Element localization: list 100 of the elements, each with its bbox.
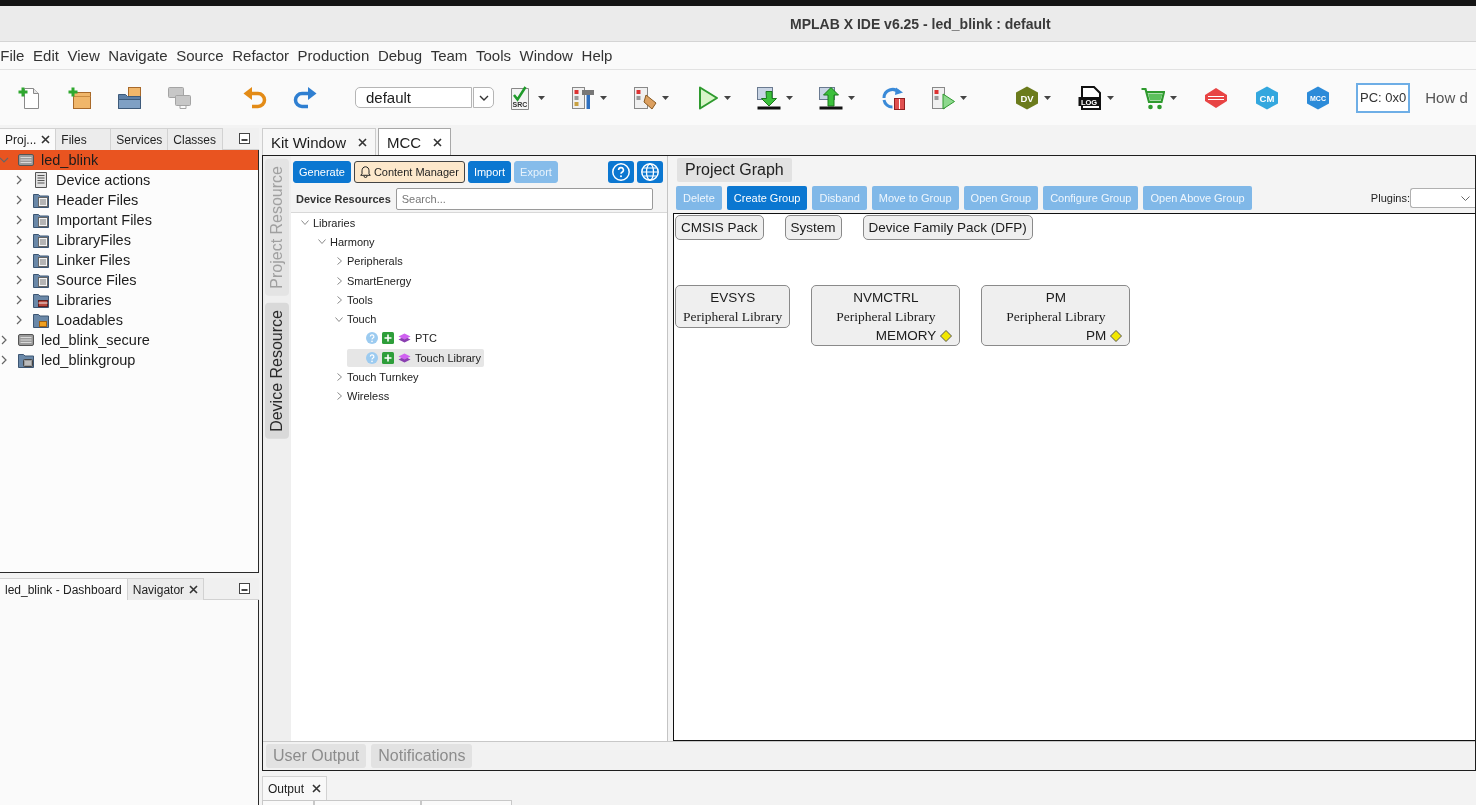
menu-item[interactable]: Tools	[471, 47, 516, 64]
panel-tab[interactable]: Navigator	[127, 578, 205, 600]
redo-icon[interactable]	[293, 85, 317, 110]
tree-item[interactable]: Wireless	[330, 387, 393, 406]
tree-item[interactable]: Libraries	[0, 290, 258, 310]
plus-icon[interactable]	[382, 351, 394, 364]
graph-tab[interactable]: Project Graph	[677, 158, 792, 182]
tree-item[interactable]: Libraries	[296, 213, 359, 232]
editor-tab[interactable]: Kit Window	[262, 128, 377, 155]
chevron-down-icon[interactable]	[301, 220, 309, 226]
tree-item[interactable]: LibraryFiles	[0, 230, 258, 250]
toolbar-button[interactable]: Content Manager	[353, 161, 465, 183]
striped-badge-icon[interactable]	[1204, 85, 1228, 110]
hammer-icon[interactable]	[571, 85, 595, 110]
brush-icon[interactable]	[633, 85, 657, 110]
tree-item[interactable]: Touch Turnkey	[330, 368, 422, 386]
menu-item[interactable]: Team	[426, 47, 472, 64]
toolbar-button[interactable]: Generate	[293, 161, 351, 183]
caret-icon[interactable]	[848, 95, 855, 100]
menu-item[interactable]: Window	[515, 47, 578, 64]
menu-item[interactable]: Edit	[28, 47, 64, 64]
tree-item[interactable]: Important Files	[0, 210, 258, 230]
chevron-right-icon[interactable]	[16, 235, 22, 245]
panel-tab[interactable]: led_blink - Dashboard	[0, 578, 128, 600]
caret-icon[interactable]	[1170, 95, 1177, 100]
tree-item[interactable]: led_blinkgroup	[0, 350, 258, 370]
step-play-icon[interactable]	[931, 85, 955, 110]
caret-icon[interactable]	[960, 95, 967, 100]
chevron-right-icon[interactable]	[336, 295, 342, 304]
close-icon[interactable]	[358, 137, 368, 147]
chevron-right-icon[interactable]	[1, 335, 7, 345]
tree-item[interactable]: Header Files	[0, 190, 258, 210]
menu-item[interactable]: Production	[293, 47, 374, 64]
panel-tab[interactable]: Services	[111, 128, 169, 150]
search-field[interactable]: Search...	[395, 187, 653, 210]
minimize-icon[interactable]	[239, 583, 250, 594]
menu-item[interactable]: Navigate	[104, 47, 172, 64]
chevron-down-icon[interactable]	[318, 239, 326, 245]
search-field[interactable]: How d	[1425, 89, 1470, 106]
open-folder-icon[interactable]	[118, 85, 142, 110]
minimize-icon[interactable]	[239, 133, 250, 144]
chevron-right-icon[interactable]	[16, 295, 22, 305]
toolbar-button[interactable]: Import	[467, 161, 512, 183]
chevron-right-icon[interactable]	[16, 195, 22, 205]
menu-item[interactable]: Help	[577, 47, 617, 64]
tree-item[interactable]: led_blink_secure	[0, 330, 258, 350]
plus-icon[interactable]	[382, 332, 394, 345]
menu-item[interactable]: File	[0, 47, 29, 64]
tree-item[interactable]: Tools	[330, 290, 376, 309]
chevron-right-icon[interactable]	[1, 355, 7, 365]
menu-item[interactable]: Debug	[373, 47, 427, 64]
editor-tab[interactable]: MCC	[378, 128, 452, 155]
chevron-right-icon[interactable]	[336, 373, 342, 381]
tree-item[interactable]: led_blink	[0, 150, 258, 170]
caret-icon[interactable]	[1107, 95, 1114, 100]
tree-item[interactable]: Peripherals	[330, 252, 406, 271]
graph-action-button[interactable]: Create Group	[726, 186, 808, 210]
caret-icon[interactable]	[600, 95, 607, 100]
panel-tab[interactable]: Proj...	[0, 128, 57, 150]
caret-icon[interactable]	[662, 95, 669, 100]
tree-item[interactable]: SmartEnergy	[330, 271, 415, 290]
caret-icon[interactable]	[786, 95, 793, 100]
close-icon[interactable]	[41, 135, 51, 144]
chevron-right-icon[interactable]	[336, 276, 342, 285]
chevron-right-icon[interactable]	[336, 257, 342, 266]
chevron-down-icon[interactable]	[335, 316, 343, 322]
configuration-field[interactable]: default	[355, 87, 472, 108]
tree-item[interactable]: Harmony	[313, 232, 378, 251]
chevron-right-icon[interactable]	[16, 315, 22, 325]
cart-icon[interactable]	[1141, 85, 1165, 110]
tree-item[interactable]: Touch	[330, 310, 380, 329]
refresh-pause-icon[interactable]	[881, 85, 905, 110]
menu-item[interactable]: Refactor	[228, 47, 294, 64]
caret-icon[interactable]	[1044, 95, 1051, 100]
chevron-right-icon[interactable]	[16, 255, 22, 265]
tree-item[interactable]: Touch Library	[347, 348, 485, 367]
chevron-right-icon[interactable]	[16, 215, 22, 225]
help-button[interactable]	[608, 161, 634, 183]
new-file-icon[interactable]	[18, 85, 42, 110]
chevron-right-icon[interactable]	[16, 175, 22, 185]
download-arrow-icon[interactable]	[757, 85, 781, 110]
menu-item[interactable]: Source	[171, 47, 228, 64]
close-icon[interactable]	[189, 585, 199, 594]
panel-tab[interactable]: Files	[56, 128, 112, 150]
caret-icon[interactable]	[724, 95, 731, 100]
caret-icon[interactable]	[538, 95, 545, 100]
dropdown-button[interactable]	[473, 87, 494, 108]
tree-item[interactable]: Source Files	[0, 270, 258, 290]
chevron-right-icon[interactable]	[16, 275, 22, 285]
language-button[interactable]	[637, 161, 663, 183]
tree-item[interactable]: Device actions	[0, 170, 258, 190]
new-box-icon[interactable]	[68, 85, 92, 110]
tree-item[interactable]: Linker Files	[0, 250, 258, 270]
panel-tab[interactable]: Classes	[168, 128, 224, 150]
menu-item[interactable]: View	[63, 47, 105, 64]
panel-tab[interactable]: Output	[262, 776, 328, 800]
hexagon-logo[interactable]: DV	[1015, 85, 1039, 110]
close-icon[interactable]	[433, 137, 443, 147]
chevron-right-icon[interactable]	[336, 392, 342, 401]
upload-arrow-icon[interactable]	[819, 85, 843, 110]
